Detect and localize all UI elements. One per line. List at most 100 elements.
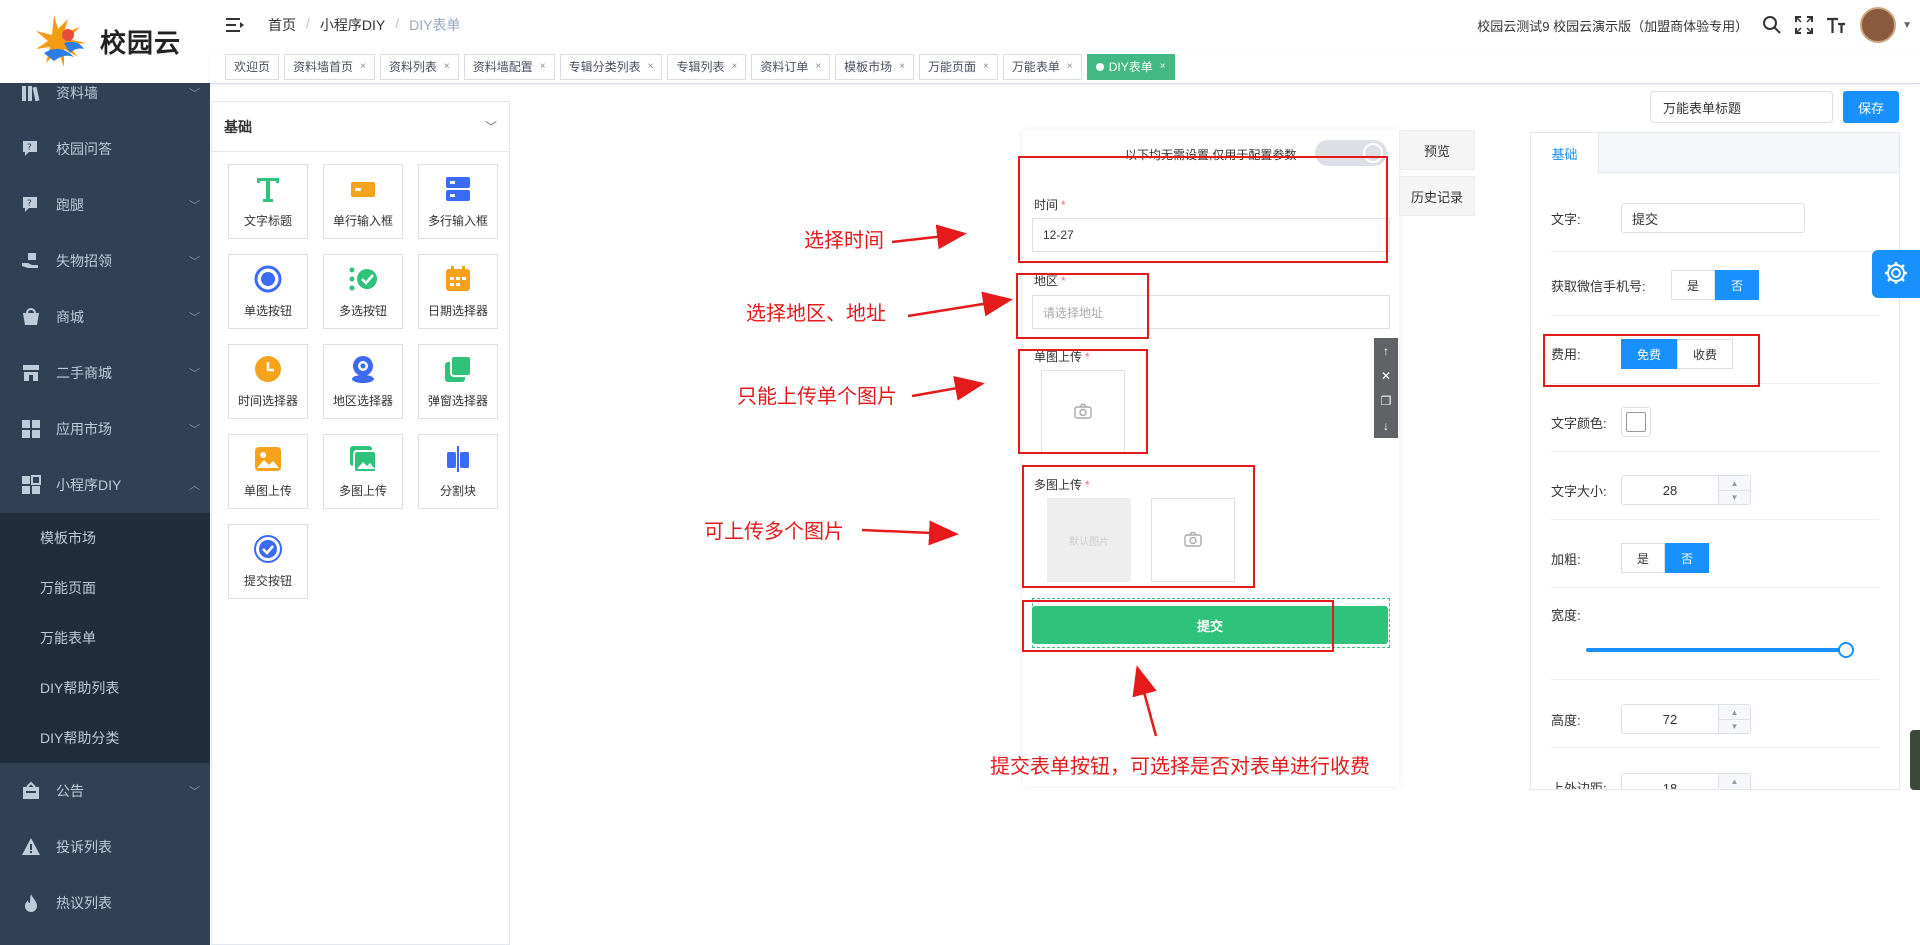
component-multi-input[interactable]: 多行输入框 — [418, 164, 498, 239]
caret-down-icon[interactable]: ▼ — [1902, 20, 1912, 31]
close-icon[interactable]: × — [648, 61, 654, 72]
sidebar-item-complaints[interactable]: 投诉列表 — [0, 819, 210, 875]
font-size-icon[interactable] — [1826, 15, 1846, 35]
history-button[interactable]: 历史记录 — [1399, 176, 1475, 216]
sidebar-subitem-universal-form[interactable]: 万能表单 — [0, 613, 210, 663]
tag-item[interactable]: 资料墙配置 × — [463, 53, 555, 80]
store-icon — [20, 362, 42, 384]
tag-item[interactable]: 资料订单 × — [751, 53, 831, 80]
bold-yes[interactable]: 是 — [1621, 543, 1665, 573]
tab-basic[interactable]: 基础 — [1531, 133, 1599, 174]
sidebar-item-hot-topics[interactable]: 热议列表 — [0, 875, 210, 931]
edge-widget[interactable] — [1910, 730, 1920, 790]
close-icon[interactable]: × — [1067, 61, 1073, 72]
sidebar-item-lost-found[interactable]: 失物招领 ﹀ — [0, 233, 210, 289]
sidebar-subitem-diy-help-list[interactable]: DIY帮助列表 — [0, 663, 210, 713]
close-icon[interactable]: × — [540, 61, 546, 72]
sidebar-item-notice[interactable]: 公告 ﹀ — [0, 763, 210, 819]
sidebar-subitem-template-market[interactable]: 模板市场 — [0, 513, 210, 563]
annotation-text-time: 选择时间 — [804, 230, 884, 252]
tag-label: 万能页面 — [928, 60, 977, 74]
component-submit-button[interactable]: 提交按钮 — [228, 524, 308, 599]
close-icon[interactable]: × — [1160, 61, 1166, 72]
avatar[interactable] — [1860, 7, 1897, 43]
slider-handle[interactable] — [1838, 642, 1854, 658]
sidebar-subitem-diy-help-category[interactable]: DIY帮助分类 — [0, 713, 210, 763]
fullscreen-icon[interactable] — [1794, 15, 1814, 35]
close-icon[interactable]: × — [983, 61, 989, 72]
breadcrumb-home[interactable]: 首页 — [268, 15, 296, 35]
component-multi-image-upload[interactable]: 多图上传 — [323, 434, 403, 509]
component-single-image-upload[interactable]: 单图上传 — [228, 434, 308, 509]
tag-label: 资料墙配置 — [472, 60, 533, 74]
sidebar-item-qa[interactable]: ? 校园问答 — [0, 121, 210, 177]
wx-phone-toggle: 是 否 — [1671, 270, 1759, 300]
chevron-up-icon[interactable]: ▲ — [1718, 705, 1750, 719]
breadcrumb-miniapp-diy[interactable]: 小程序DIY — [320, 15, 385, 35]
sidebar-item-ziliaoqiang[interactable]: 资料墙 ﹀ — [0, 65, 210, 121]
copy-icon[interactable]: ❐ — [1381, 394, 1392, 408]
sidebar-item-label: 小程序DIY — [56, 477, 122, 493]
component-checkbox[interactable]: 多选按钮 — [323, 254, 403, 329]
component-time-picker[interactable]: 时间选择器 — [228, 344, 308, 419]
sidebar-item-errand[interactable]: ? 跑腿 ﹀ — [0, 177, 210, 233]
wx-phone-yes[interactable]: 是 — [1671, 270, 1715, 300]
close-icon[interactable]: × — [444, 61, 450, 72]
move-down-icon[interactable]: ↓ — [1383, 419, 1389, 433]
component-radio[interactable]: 单选按钮 — [228, 254, 308, 329]
hamburger-icon[interactable] — [226, 17, 244, 33]
close-icon[interactable]: × — [815, 61, 821, 72]
bold-no[interactable]: 否 — [1665, 543, 1709, 573]
chevron-down-icon: ﹀ — [189, 424, 200, 436]
delete-icon[interactable]: ✕ — [1381, 369, 1391, 383]
sidebar-subitem-universal-page[interactable]: 万能页面 — [0, 563, 210, 613]
org-name: 校园云测试9 校园云演示版（加盟商体验专用） — [1477, 18, 1749, 34]
move-up-icon[interactable]: ↑ — [1383, 344, 1389, 358]
image-icon — [253, 444, 283, 474]
tag-item[interactable]: 万能表单 × — [1002, 53, 1082, 80]
sidebar-item-shop[interactable]: 商城 ﹀ — [0, 289, 210, 345]
save-button[interactable]: 保存 — [1843, 91, 1899, 123]
tag-welcome[interactable]: 欢迎页 — [225, 53, 280, 80]
text-color-picker[interactable] — [1621, 407, 1651, 437]
component-single-input[interactable]: 单行输入框 — [323, 164, 403, 239]
sidebar-item-miniapp-diy[interactable]: 小程序DIY ︿ — [0, 457, 210, 513]
component-divider-block[interactable]: 分割块 — [418, 434, 498, 509]
chevron-up-icon[interactable]: ▲ — [1718, 476, 1750, 490]
component-date-picker[interactable]: 日期选择器 — [418, 254, 498, 329]
width-slider[interactable] — [1586, 642, 1854, 658]
component-popup-picker[interactable]: 弹窗选择器 — [418, 344, 498, 419]
tag-item[interactable]: 资料墙首页 × — [284, 53, 375, 80]
preview-button[interactable]: 预览 — [1399, 130, 1475, 170]
tag-item[interactable]: 万能页面 × — [919, 53, 998, 80]
tag-label: 专辑分类列表 — [568, 60, 641, 74]
close-icon[interactable]: × — [899, 61, 905, 72]
location-icon — [348, 354, 378, 384]
margin-top-stepper[interactable]: 18 ▲ — [1621, 773, 1751, 789]
component-region-picker[interactable]: 地区选择器 — [323, 344, 403, 419]
component-text-title[interactable]: 文字标题 — [228, 164, 308, 239]
settings-gear-button[interactable] — [1872, 250, 1920, 298]
chevron-down-icon[interactable]: ▼ — [1718, 490, 1750, 504]
tag-item[interactable]: 模板市场 × — [835, 53, 915, 80]
close-icon[interactable]: × — [731, 61, 737, 72]
tag-active-diy-form[interactable]: DIY表单 × — [1086, 53, 1175, 80]
text-prop-input[interactable]: 提交 — [1621, 203, 1805, 233]
sidebar-item-second-hand[interactable]: 二手商城 ﹀ — [0, 345, 210, 401]
component-label: 时间选择器 — [237, 394, 298, 408]
wx-phone-no[interactable]: 否 — [1715, 270, 1759, 300]
chevron-down-icon[interactable]: ▼ — [1718, 719, 1750, 733]
tag-item[interactable]: 专辑列表 × — [667, 53, 747, 80]
chevron-up-icon[interactable]: ▲ — [1718, 774, 1750, 788]
notice-icon — [20, 780, 42, 802]
sidebar-item-app-market[interactable]: 应用市场 ﹀ — [0, 401, 210, 457]
component-label: 地区选择器 — [332, 394, 393, 408]
height-stepper[interactable]: 72 ▲ ▼ — [1621, 704, 1751, 734]
component-group-header[interactable]: 基础 ﹀ — [212, 102, 509, 152]
font-size-stepper[interactable]: 28 ▲ ▼ — [1621, 475, 1751, 505]
form-title-input[interactable]: 万能表单标题 — [1650, 91, 1833, 123]
search-icon[interactable] — [1762, 15, 1782, 35]
tag-item[interactable]: 专辑分类列表 × — [559, 53, 663, 80]
tag-item[interactable]: 资料列表 × — [379, 53, 459, 80]
close-icon[interactable]: × — [360, 61, 366, 72]
